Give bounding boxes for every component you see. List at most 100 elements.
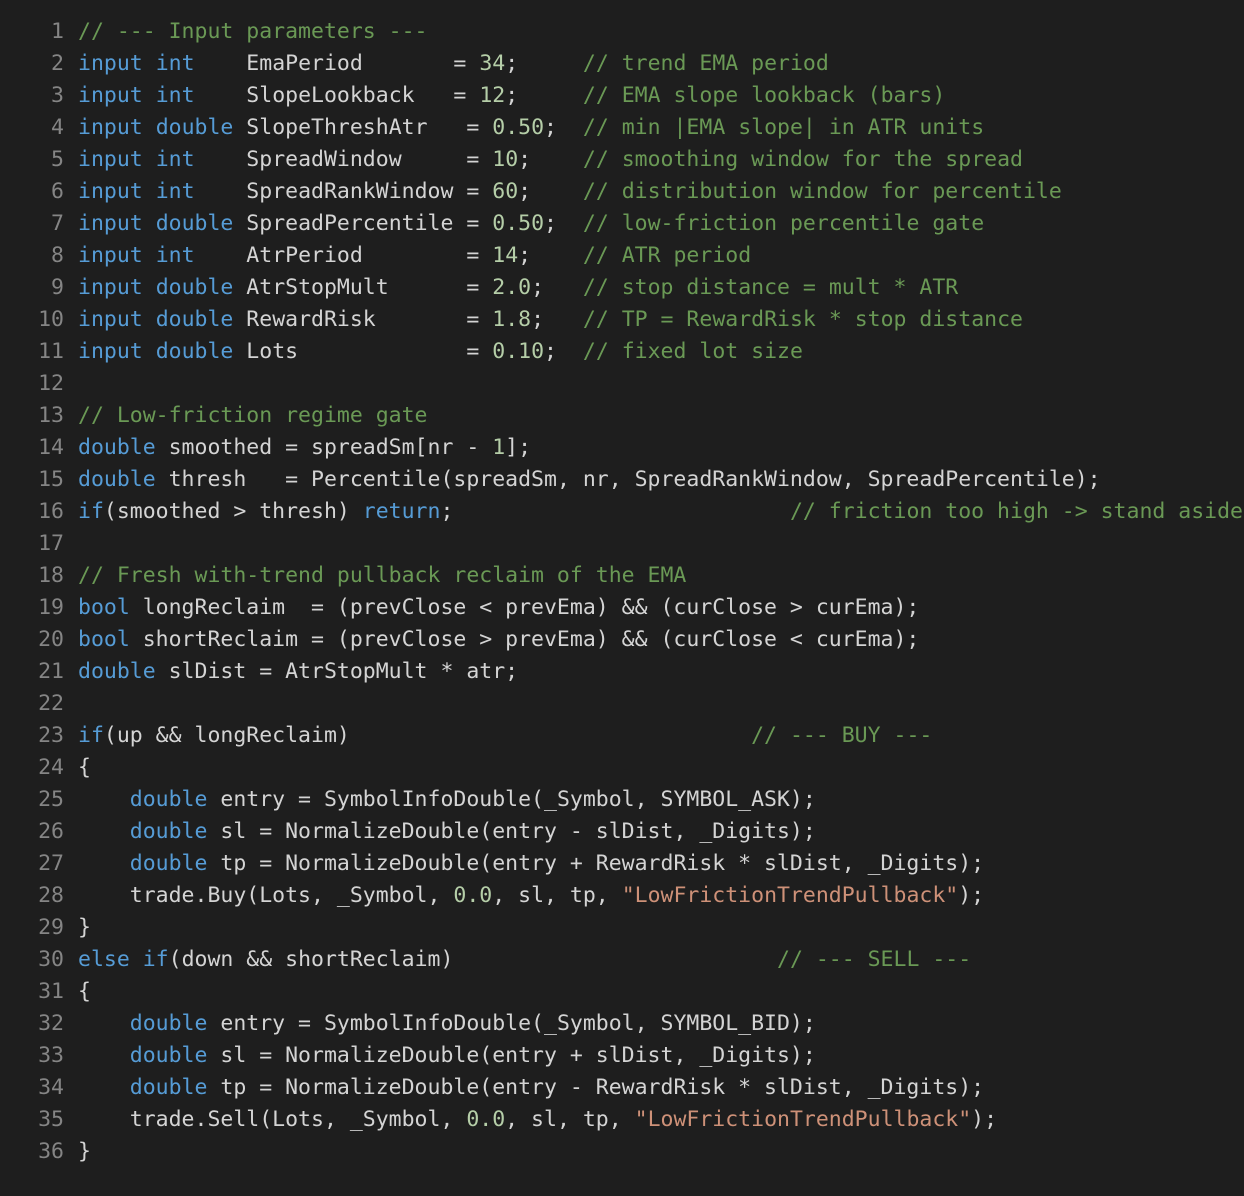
comment-token: // low-friction percentile gate bbox=[582, 211, 985, 236]
code-line[interactable]: 29} bbox=[0, 912, 1244, 944]
line-number: 36 bbox=[38, 1139, 64, 1164]
number-token: 60 bbox=[492, 179, 519, 204]
keyword-token: input bbox=[78, 275, 143, 300]
keyword-token: double bbox=[155, 307, 234, 332]
number-token: 34 bbox=[479, 51, 506, 76]
code-editor[interactable]: 1 // --- Input parameters --- 2 input int E… bbox=[0, 0, 1244, 1196]
code-line[interactable]: 12 bbox=[0, 368, 1244, 400]
code-line[interactable]: 4 input double SlopeThreshAtr = 0.50; // … bbox=[0, 112, 1244, 144]
comment-token: // distribution window for percentile bbox=[582, 179, 1062, 204]
code-line[interactable]: 26 double sl = NormalizeDouble(entry - s… bbox=[0, 816, 1244, 848]
code-line[interactable]: 25 double entry = SymbolInfoDouble(_Symb… bbox=[0, 784, 1244, 816]
string-token: "LowFrictionTrendPullback" bbox=[634, 1107, 972, 1132]
code-line[interactable]: 13 // Low-friction regime gate bbox=[0, 400, 1244, 432]
line-number: 24 bbox=[38, 755, 64, 780]
number-token: 1 bbox=[492, 435, 506, 460]
code-line[interactable]: 22 bbox=[0, 688, 1244, 720]
code-line[interactable]: 35 trade.Sell(Lots, _Symbol, 0.0, sl, tp… bbox=[0, 1104, 1244, 1136]
keyword-token: double bbox=[78, 435, 156, 460]
code-text: ]; bbox=[505, 435, 532, 460]
keyword-token: input bbox=[78, 339, 143, 364]
code-line[interactable]: 3 input int SlopeLookback = 12; // EMA sl… bbox=[0, 80, 1244, 112]
code-text: , sl, tp, bbox=[505, 1107, 635, 1132]
comment-token: // Fresh with-trend pullback reclaim of … bbox=[78, 563, 687, 588]
code-line[interactable]: 27 double tp = NormalizeDouble(entry + R… bbox=[0, 848, 1244, 880]
comment-token: // smoothing window for the spread bbox=[582, 147, 1023, 172]
keyword-token: input bbox=[78, 83, 143, 108]
code-line[interactable]: 21 double slDist = AtrStopMult * atr; bbox=[0, 656, 1244, 688]
string-token: "LowFrictionTrendPullback" bbox=[621, 883, 959, 908]
line-number: 29 bbox=[38, 915, 64, 940]
code-text: } bbox=[78, 915, 91, 940]
number-token: 14 bbox=[492, 243, 519, 268]
code-text: thresh = Percentile(spreadSm, nr, Spread… bbox=[155, 467, 1101, 492]
line-number: 32 bbox=[38, 1011, 64, 1036]
code-line[interactable]: 7 input double SpreadPercentile = 0.50; /… bbox=[0, 208, 1244, 240]
keyword-token: double bbox=[129, 787, 208, 812]
code-text: (up && longReclaim) bbox=[103, 723, 752, 748]
code-line[interactable]: 11 input double Lots = 0.10; // fixed lot… bbox=[0, 336, 1244, 368]
line-number: 14 bbox=[38, 435, 64, 460]
code-text: , sl, tp, bbox=[492, 883, 622, 908]
code-line[interactable]: 8 input int AtrPeriod = 14; // ATR period bbox=[0, 240, 1244, 272]
keyword-token: double bbox=[78, 467, 156, 492]
code-line[interactable]: 1 // --- Input parameters --- bbox=[0, 16, 1244, 48]
line-number: 1 bbox=[51, 19, 64, 44]
code-text: SlopeLookback = bbox=[194, 83, 480, 108]
line-number: 9 bbox=[51, 275, 64, 300]
keyword-token: double bbox=[155, 275, 234, 300]
code-line[interactable]: 15 double thresh = Percentile(spreadSm, n… bbox=[0, 464, 1244, 496]
line-number: 5 bbox=[51, 147, 64, 172]
code-text: ; bbox=[518, 179, 583, 204]
code-line[interactable]: 16 if(smoothed > thresh) return; // frict… bbox=[0, 496, 1244, 528]
keyword-token: input bbox=[78, 307, 143, 332]
code-line[interactable]: 10 input double RewardRisk = 1.8; // TP =… bbox=[0, 304, 1244, 336]
comment-token: // ATR period bbox=[582, 243, 752, 268]
code-line[interactable]: 18 // Fresh with-trend pullback reclaim o… bbox=[0, 560, 1244, 592]
code-line[interactable]: 34 double tp = NormalizeDouble(entry - R… bbox=[0, 1072, 1244, 1104]
code-line[interactable]: 20 bool shortReclaim = (prevClose > prevE… bbox=[0, 624, 1244, 656]
keyword-token: input bbox=[78, 211, 143, 236]
code-text: AtrPeriod = bbox=[194, 243, 493, 268]
number-token: 12 bbox=[479, 83, 506, 108]
code-line[interactable]: 9 input double AtrStopMult = 2.0; // stop… bbox=[0, 272, 1244, 304]
line-number: 28 bbox=[38, 883, 64, 908]
code-text: ; bbox=[440, 499, 790, 524]
code-text: sl = NormalizeDouble(entry - slDist, _Di… bbox=[207, 819, 816, 844]
comment-token: // trend EMA period bbox=[582, 51, 829, 76]
code-line[interactable]: 33 double sl = NormalizeDouble(entry + s… bbox=[0, 1040, 1244, 1072]
keyword-token: int bbox=[155, 83, 195, 108]
code-line[interactable]: 6 input int SpreadRankWindow = 60; // dis… bbox=[0, 176, 1244, 208]
line-number: 19 bbox=[38, 595, 64, 620]
code-line[interactable]: 32 double entry = SymbolInfoDouble(_Symb… bbox=[0, 1008, 1244, 1040]
code-text: entry = SymbolInfoDouble(_Symbol, SYMBOL… bbox=[207, 787, 816, 812]
line-number: 13 bbox=[38, 403, 64, 428]
comment-token: // --- Input parameters --- bbox=[78, 19, 428, 44]
line-number: 23 bbox=[38, 723, 64, 748]
code-line[interactable]: 24 { bbox=[0, 752, 1244, 784]
code-line[interactable]: 14 double smoothed = spreadSm[nr - 1]; bbox=[0, 432, 1244, 464]
line-number: 2 bbox=[51, 51, 64, 76]
code-line[interactable]: 2 input int EmaPeriod = 34; // trend EMA … bbox=[0, 48, 1244, 80]
line-number: 26 bbox=[38, 819, 64, 844]
code-line[interactable]: 23 if(up && longReclaim) // --- BUY --- bbox=[0, 720, 1244, 752]
code-line[interactable]: 36} bbox=[0, 1136, 1244, 1168]
code-line[interactable]: 30 else if(down && shortReclaim) // --- S… bbox=[0, 944, 1244, 976]
code-line[interactable]: 28 trade.Buy(Lots, _Symbol, 0.0, sl, tp,… bbox=[0, 880, 1244, 912]
code-line[interactable]: 5 input int SpreadWindow = 10; // smoothi… bbox=[0, 144, 1244, 176]
code-line[interactable]: 31 { bbox=[0, 976, 1244, 1008]
keyword-token: input bbox=[78, 147, 143, 172]
keyword-token: double bbox=[129, 1075, 208, 1100]
code-line[interactable]: 17 bbox=[0, 528, 1244, 560]
keyword-token: if bbox=[142, 947, 169, 972]
code-line[interactable]: 19 bool longReclaim = (prevClose < prevEm… bbox=[0, 592, 1244, 624]
code-text: RewardRisk = bbox=[233, 307, 493, 332]
keyword-token: double bbox=[129, 1011, 208, 1036]
number-token: 1.8 bbox=[492, 307, 532, 332]
line-number: 6 bbox=[51, 179, 64, 204]
number-token: 0.0 bbox=[453, 883, 493, 908]
